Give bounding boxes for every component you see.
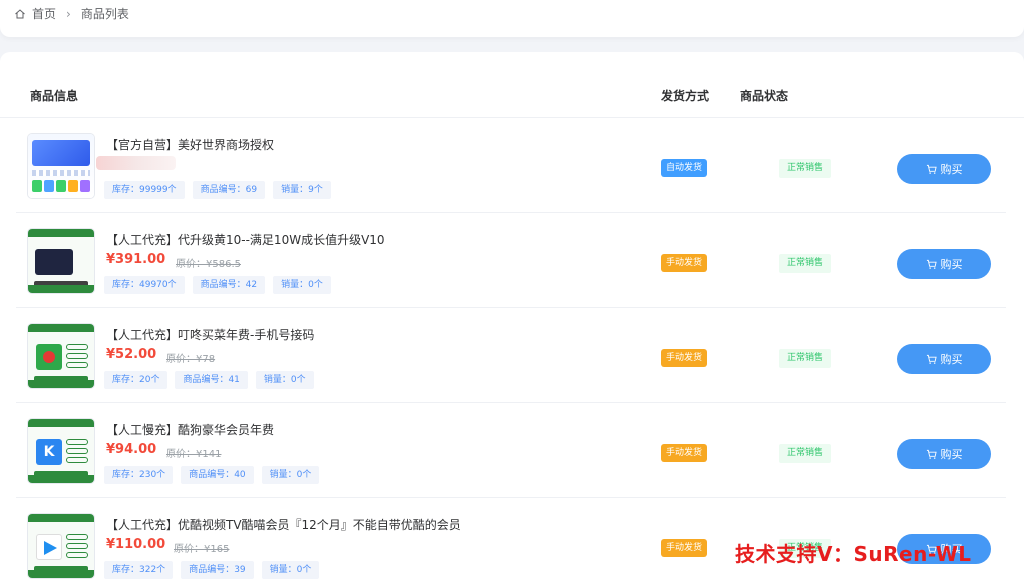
original-price: 原价：¥586.5 (176, 259, 241, 270)
status-badge: 正常销售 (779, 159, 832, 178)
product-price: ¥94.00 (106, 442, 157, 457)
code-tag: 商品编号：41 (175, 371, 248, 389)
breadcrumb-bar: 首页 › 商品列表 (0, 0, 1024, 37)
sales-tag: 销量：0个 (273, 276, 331, 294)
buy-label: 购买 (940, 259, 963, 271)
cart-icon (926, 449, 937, 459)
chevron-right-icon: › (66, 6, 71, 21)
product-list-card: 商品信息 发货方式 商品状态 【官方自营】美好世界商场授权 库存：99999个 … (0, 52, 1024, 586)
product-price: ¥52.00 (106, 347, 157, 362)
stock-tag: 库存：322个 (104, 561, 174, 579)
table-row: 【人工代充】叮咚买菜年费-手机号接码 ¥52.00 原价：¥78 库存：20个 … (16, 308, 1006, 403)
product-name[interactable]: 【人工代充】叮咚买菜年费-手机号接码 (106, 326, 314, 343)
code-tag: 商品编号：42 (192, 276, 266, 294)
sales-tag: 销量：9个 (273, 181, 331, 199)
cart-icon (926, 164, 937, 174)
status-badge: 正常销售 (779, 444, 832, 463)
home-icon (15, 8, 25, 18)
delivery-badge: 自动发货 (661, 159, 708, 177)
buy-label: 购买 (940, 354, 963, 366)
delivery-badge: 手动发货 (661, 539, 708, 557)
stock-tag: 库存：230个 (104, 466, 174, 484)
delivery-badge: 手动发货 (661, 254, 708, 272)
product-name[interactable]: 【官方自营】美好世界商场授权 (106, 136, 274, 153)
stock-tag: 库存：49970个 (104, 276, 185, 294)
table-row: 【人工代充】代升级黄10--满足10W成长值升级V10 ¥391.00 原价：¥… (16, 213, 1006, 308)
product-tags: 库存：230个 商品编号：40 销量：0个 (104, 466, 320, 484)
product-name[interactable]: 【人工代充】优酷视频TV酷喵会员『12个月』不能自带优酷的会员 (106, 516, 461, 533)
original-price: 原价：¥141 (166, 449, 222, 460)
header-product-info: 商品信息 (30, 89, 79, 103)
table-row: 【官方自营】美好世界商场授权 库存：99999个 商品编号：69 销量：9个 自… (16, 118, 1006, 213)
product-thumbnail[interactable] (28, 229, 94, 293)
status-badge: 正常销售 (779, 254, 832, 273)
delivery-badge: 手动发货 (661, 444, 708, 462)
buy-button[interactable]: 购买 (897, 249, 991, 279)
sales-tag: 销量：0个 (261, 561, 320, 579)
product-tags: 库存：20个 商品编号：41 销量：0个 (104, 371, 314, 389)
breadcrumb-current: 商品列表 (80, 7, 129, 21)
product-tags: 库存：322个 商品编号：39 销量：0个 (104, 561, 320, 579)
original-price: 原价：¥78 (166, 354, 216, 365)
support-watermark: 技术支持V：SuRen-WL (735, 542, 972, 566)
product-tags: 库存：49970个 商品编号：42 销量：0个 (104, 276, 331, 294)
product-price: ¥110.00 (106, 537, 166, 552)
product-thumbnail[interactable] (28, 514, 94, 578)
code-tag: 商品编号：39 (181, 561, 254, 579)
code-tag: 商品编号：40 (181, 466, 254, 484)
buy-button[interactable]: 购买 (897, 344, 991, 374)
breadcrumb-home[interactable]: 首页 (32, 5, 56, 22)
header-status: 商品状态 (740, 89, 789, 103)
breadcrumb: 首页 › 商品列表 (14, 5, 129, 22)
product-thumbnail[interactable] (28, 324, 94, 388)
sales-tag: 销量：0个 (255, 371, 314, 389)
cart-icon (926, 259, 937, 269)
buy-button[interactable]: 购买 (897, 439, 991, 469)
price-placeholder (96, 156, 176, 170)
original-price: 原价：¥165 (174, 544, 230, 555)
product-price: ¥391.00 (106, 252, 166, 267)
product-name[interactable]: 【人工代充】代升级黄10--满足10W成长值升级V10 (106, 231, 385, 248)
product-thumbnail[interactable]: K (28, 419, 94, 483)
delivery-badge: 手动发货 (661, 349, 708, 367)
header-delivery: 发货方式 (661, 89, 710, 103)
status-badge: 正常销售 (779, 349, 832, 368)
cart-icon (926, 354, 937, 364)
product-name[interactable]: 【人工慢充】酷狗豪华会员年费 (106, 421, 274, 438)
sales-tag: 销量：0个 (261, 466, 320, 484)
stock-tag: 库存：99999个 (104, 181, 185, 199)
product-thumbnail[interactable] (28, 134, 94, 198)
buy-label: 购买 (940, 449, 963, 461)
stock-tag: 库存：20个 (104, 371, 168, 389)
buy-button[interactable]: 购买 (897, 154, 991, 184)
buy-label: 购买 (940, 164, 963, 176)
code-tag: 商品编号：69 (192, 181, 266, 199)
table-row: K 【人工慢充】酷狗豪华会员年费 ¥94.00 原价：¥141 库存：230个 … (16, 403, 1006, 498)
table-header: 商品信息 发货方式 商品状态 (0, 52, 1024, 118)
product-tags: 库存：99999个 商品编号：69 销量：9个 (104, 181, 331, 199)
